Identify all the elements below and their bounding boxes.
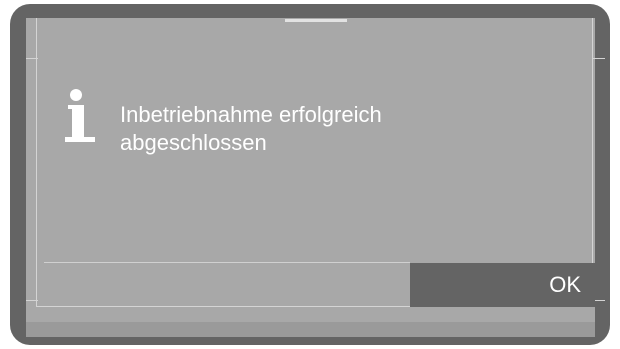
ok-button[interactable]: OK — [410, 263, 595, 307]
top-indicator — [285, 19, 347, 22]
screen-bottom-strip — [26, 322, 595, 337]
message-line-1: Inbetriebnahme erfolgreich — [120, 102, 382, 127]
info-icon — [62, 88, 102, 148]
dialog-separator — [44, 262, 410, 263]
frame-tick — [593, 58, 605, 59]
dialog-message: Inbetriebnahme erfolgreich abgeschlossen — [120, 101, 540, 157]
message-line-2: abgeschlossen — [120, 130, 267, 155]
frame-tick — [26, 300, 38, 301]
frame-tick — [26, 58, 38, 59]
